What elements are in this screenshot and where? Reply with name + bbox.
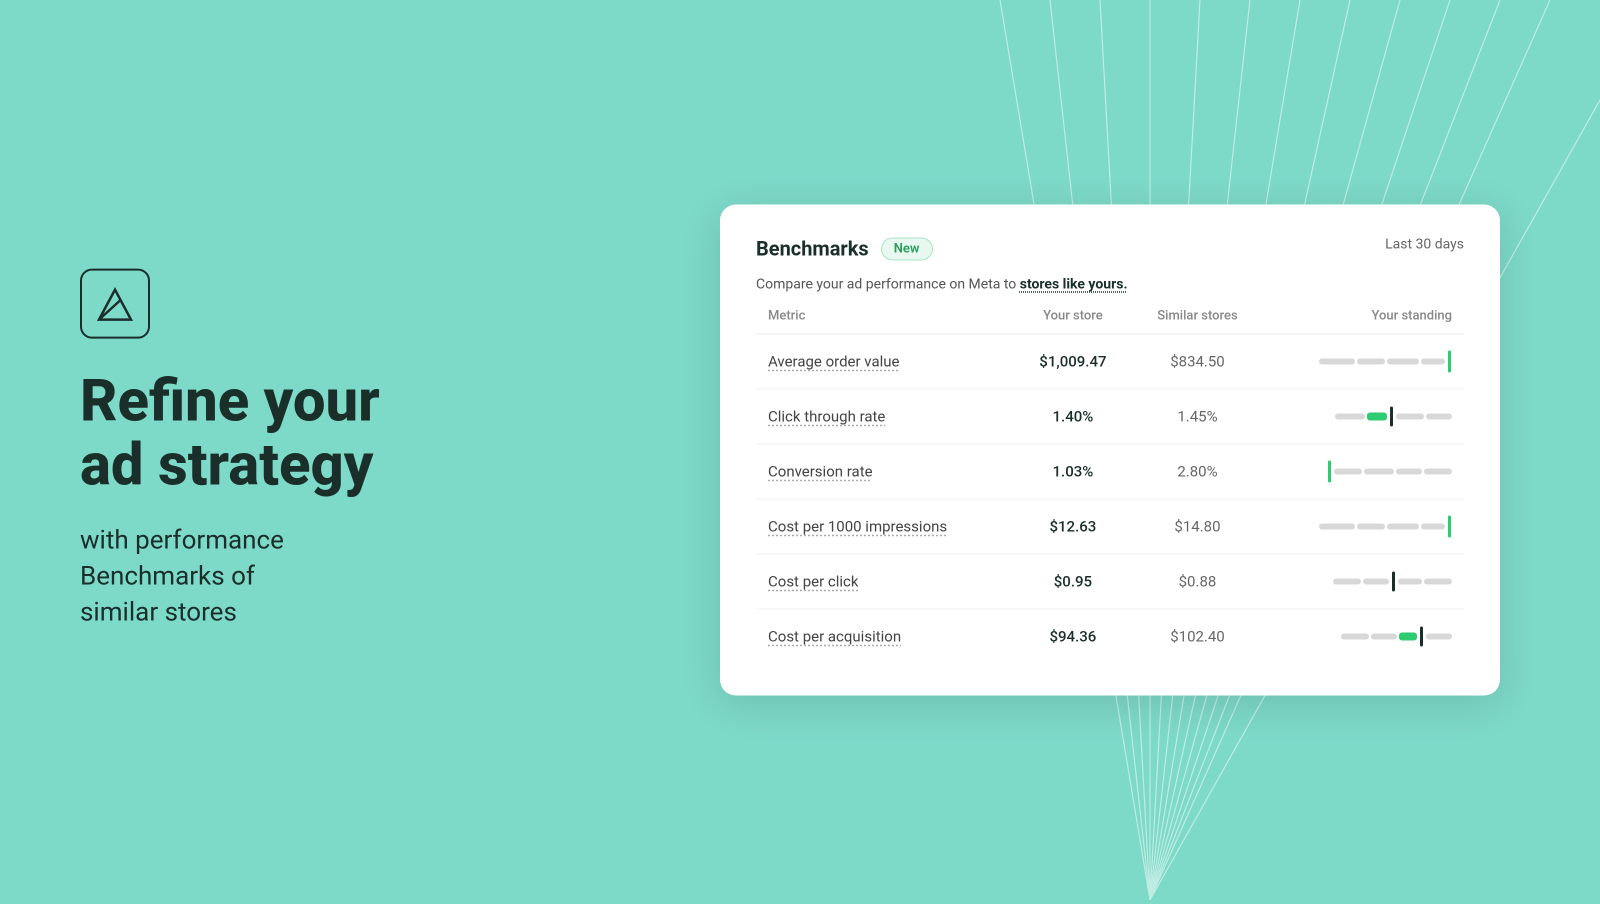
card-header: Benchmarks New [756,237,933,261]
bar-marker [1420,627,1423,647]
headline: Refine your ad strategy [80,371,510,499]
card-title: Benchmarks [756,237,869,261]
bar-seg [1398,579,1422,585]
similar-stores-cell: 2.80% [1131,444,1264,499]
standing-cell [1264,389,1464,444]
bar-marker [1390,407,1393,427]
bar-seg [1426,634,1452,640]
standing-bar [1276,521,1452,533]
bar-seg [1333,579,1361,585]
similar-stores-cell: 1.45% [1131,389,1264,444]
bar-seg [1399,633,1417,641]
col-similar-stores: Similar stores [1131,299,1264,335]
similar-stores-cell: $102.40 [1131,609,1264,664]
standing-cell [1264,334,1464,389]
standing-cell [1264,499,1464,554]
bar-seg [1357,524,1385,530]
metric-cell: Cost per acquisition [756,609,1015,664]
bar-marker [1328,461,1331,483]
table-row: Cost per 1000 impressions$12.63$14.80 [756,499,1464,554]
standing-cell [1264,609,1464,664]
bar-seg [1367,413,1387,421]
table-row: Average order value$1,009.47$834.50 [756,334,1464,389]
standing-bar [1276,631,1452,643]
metric-cell: Cost per 1000 impressions [756,499,1015,554]
bar-seg [1319,524,1355,530]
standing-bar [1276,466,1452,478]
col-your-store: Your store [1015,299,1131,335]
bar-seg [1421,524,1445,530]
your-store-cell: 1.40% [1015,389,1131,444]
table-row: Cost per click$0.95$0.88 [756,554,1464,609]
your-store-cell: 1.03% [1015,444,1131,499]
card-subtitle: Compare your ad performance on Meta to s… [756,277,1464,293]
metric-cell: Cost per click [756,554,1015,609]
bar-seg [1363,579,1389,585]
standing-cell [1264,444,1464,499]
table-row: Click through rate1.40%1.45% [756,389,1464,444]
bar-seg [1371,634,1397,640]
table-row: Conversion rate1.03%2.80% [756,444,1464,499]
your-store-cell: $12.63 [1015,499,1131,554]
similar-stores-cell: $14.80 [1131,499,1264,554]
date-range: Last 30 days [1385,237,1464,253]
bar-marker [1448,351,1451,373]
your-store-cell: $0.95 [1015,554,1131,609]
bar-seg [1334,469,1362,475]
bar-marker [1392,572,1395,592]
bar-seg [1335,414,1365,420]
benchmarks-card: Benchmarks New Last 30 days Compare your… [720,205,1500,696]
bar-seg [1319,359,1355,365]
standing-bar [1276,356,1452,368]
standing-bar [1276,411,1452,423]
col-your-standing: Your standing [1264,299,1464,335]
your-store-cell: $94.36 [1015,609,1131,664]
bar-seg [1364,469,1394,475]
new-badge: New [881,237,933,260]
bar-seg [1396,414,1424,420]
subheadline: with performanceBenchmarks ofsimilar sto… [80,522,510,631]
bar-seg [1387,359,1419,365]
bar-seg [1396,469,1422,475]
standing-cell [1264,554,1464,609]
table-row: Cost per acquisition$94.36$102.40 [756,609,1464,664]
standing-bar [1276,576,1452,588]
bar-marker [1448,516,1451,538]
left-panel: Refine your ad strategy with performance… [80,269,510,632]
bar-seg [1387,524,1419,530]
your-store-cell: $1,009.47 [1015,334,1131,389]
bar-seg [1424,579,1452,585]
bar-seg [1424,469,1452,475]
logo [80,269,150,339]
benchmarks-table: Metric Your store Similar stores Your st… [756,299,1464,664]
similar-stores-cell: $0.88 [1131,554,1264,609]
similar-stores-cell: $834.50 [1131,334,1264,389]
col-metric: Metric [756,299,1015,335]
bar-seg [1426,414,1452,420]
bar-seg [1357,359,1385,365]
metric-cell: Click through rate [756,389,1015,444]
metric-cell: Conversion rate [756,444,1015,499]
bar-seg [1341,634,1369,640]
bar-seg [1421,359,1445,365]
metric-cell: Average order value [756,334,1015,389]
